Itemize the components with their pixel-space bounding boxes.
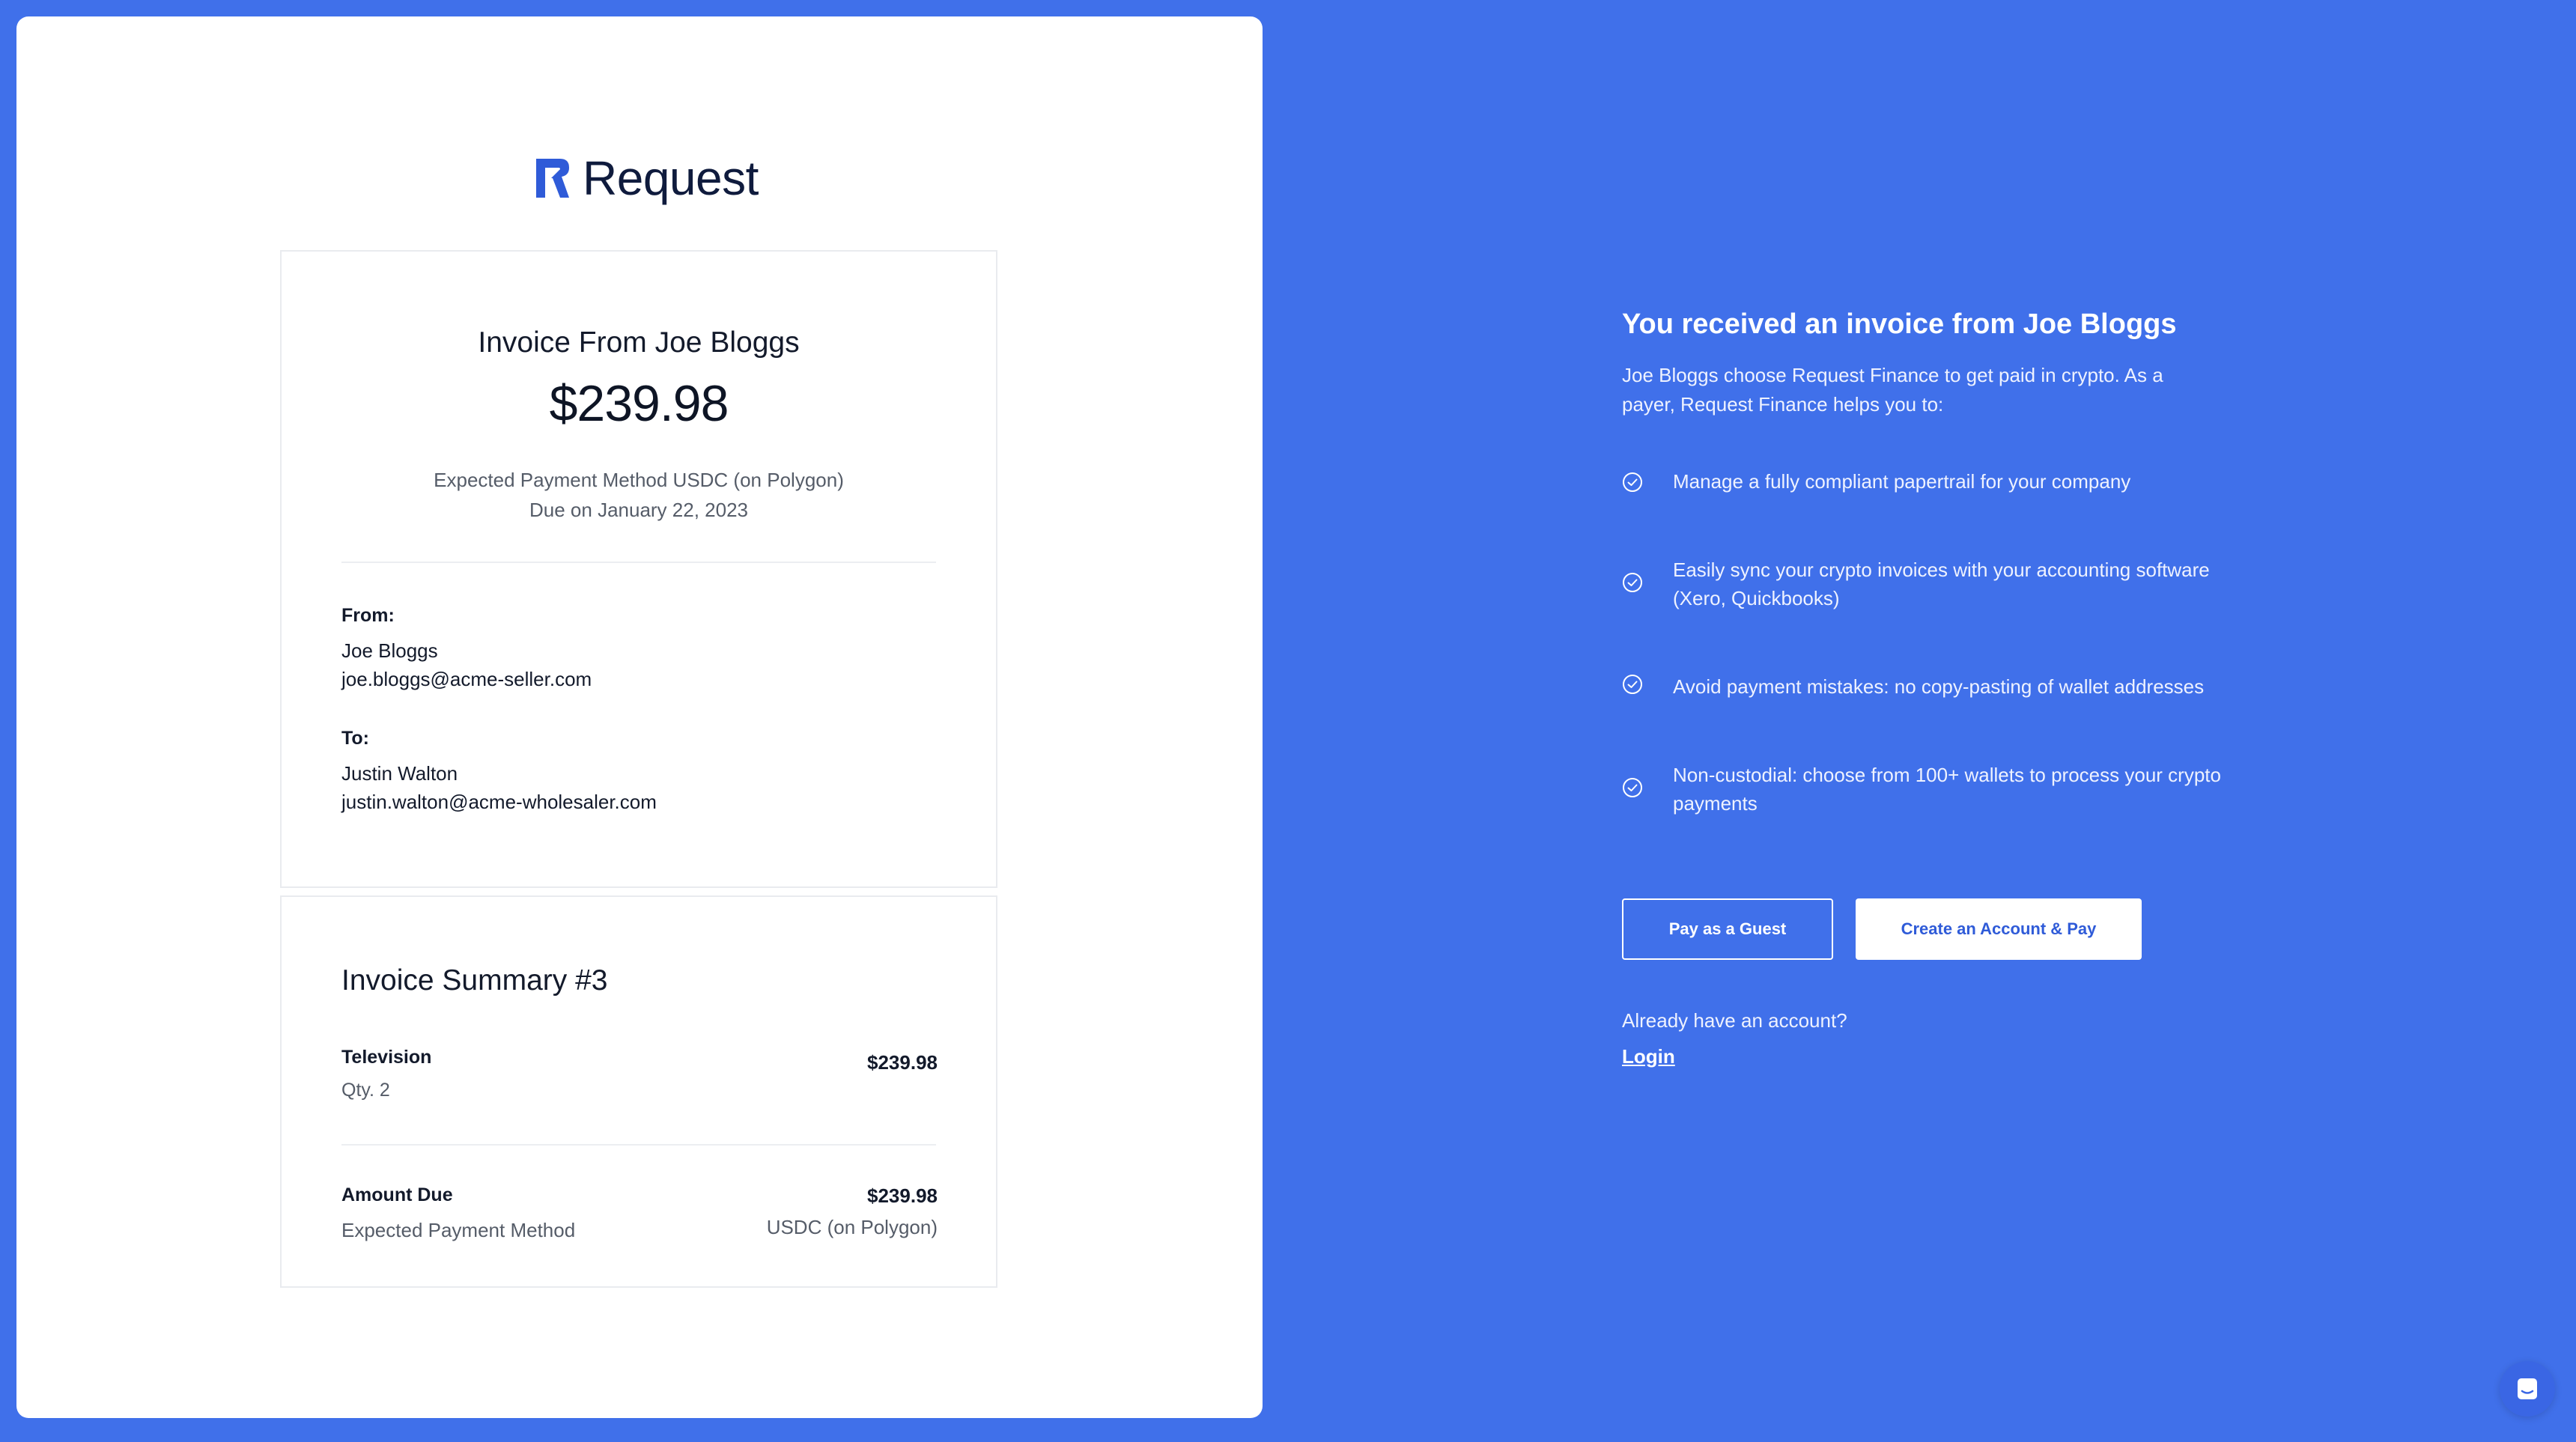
feature-text: Non-custodial: choose from 100+ wallets …: [1673, 764, 2221, 815]
check-circle-icon: [1623, 778, 1642, 797]
request-logo: Request: [535, 151, 759, 205]
line-item-price: $239.98: [867, 1051, 938, 1074]
line-item-name: Television: [341, 1047, 432, 1068]
invoice-title: Invoice From Joe Bloggs: [478, 326, 800, 359]
from-email: joe.bloggs@acme-seller.com: [341, 668, 592, 690]
request-logo-icon: [535, 157, 571, 199]
amount-due-label: Amount Due: [341, 1184, 453, 1205]
already-have-account-text: Already have an account?: [1622, 1009, 1847, 1032]
logo-text: Request: [583, 151, 759, 205]
from-label: From:: [341, 605, 395, 626]
pay-as-guest-button[interactable]: Pay as a Guest: [1622, 898, 1833, 960]
invoice-panel: Request Invoice From Joe Bloggs $239.98 …: [16, 16, 1263, 1418]
invoice-amount: $239.98: [549, 375, 729, 432]
check-circle-icon: [1623, 573, 1642, 592]
feature-text: Manage a fully compliant papertrail for …: [1673, 470, 2131, 493]
to-email: justin.walton@acme-wholesaler.com: [341, 791, 657, 813]
to-label: To:: [341, 728, 370, 749]
chat-launcher-button[interactable]: [2500, 1361, 2555, 1417]
to-name: Justin Walton: [341, 762, 458, 785]
divider: [341, 1144, 936, 1146]
check-circle-icon: [1623, 675, 1642, 694]
amount-due-method-label: Expected Payment Method: [341, 1219, 576, 1241]
amount-due-currency: USDC (on Polygon): [766, 1216, 938, 1238]
received-invoice-heading: You received an invoice from Joe Bloggs: [1622, 308, 2177, 340]
received-invoice-description: Joe Bloggs choose Request Finance to get…: [1622, 364, 2163, 416]
invoice-card: Invoice From Joe Bloggs $239.98 Expected…: [280, 250, 997, 888]
feature-text: Easily sync your crypto invoices with yo…: [1673, 559, 2210, 609]
feature-text: Avoid payment mistakes: no copy-pasting …: [1673, 675, 2205, 698]
chat-icon: [2518, 1378, 2537, 1399]
due-date: Due on January 22, 2023: [529, 499, 748, 521]
expected-payment-method: Expected Payment Method USDC (on Polygon…: [434, 469, 844, 491]
create-account-and-pay-button[interactable]: Create an Account & Pay: [1856, 898, 2142, 960]
invoice-summary-card: Invoice Summary #3 Television Qty. 2 $23…: [280, 895, 997, 1288]
from-name: Joe Bloggs: [341, 639, 438, 662]
amount-due-value: $239.98: [867, 1184, 938, 1207]
login-link[interactable]: Login: [1622, 1045, 1675, 1068]
check-circle-icon: [1623, 472, 1642, 492]
summary-title: Invoice Summary #3: [341, 964, 608, 997]
divider: [341, 562, 936, 563]
line-item-qty: Qty. 2: [341, 1080, 390, 1101]
